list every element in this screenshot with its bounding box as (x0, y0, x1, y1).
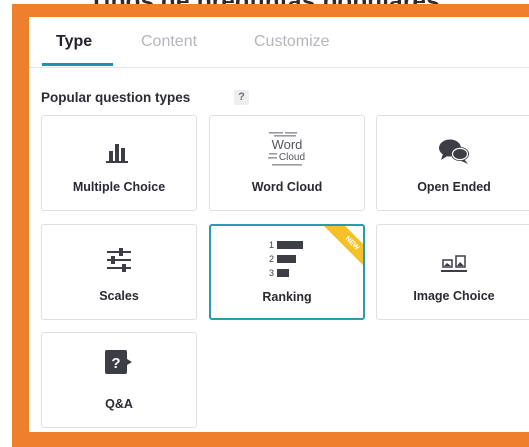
word-cloud-main-text: Word (272, 137, 303, 152)
rank-number: 1 (269, 240, 274, 250)
bar-chart-icon (106, 144, 128, 163)
card-label: Scales (99, 289, 139, 303)
tab-content[interactable]: Content (141, 33, 197, 51)
new-badge-label: NEW (323, 226, 363, 272)
qa-icon: ? (105, 350, 132, 374)
orange-frame-bottom (12, 432, 529, 447)
tab-type[interactable]: Type (56, 33, 92, 51)
card-open-ended[interactable]: Open Ended (376, 115, 529, 211)
orange-frame-left (12, 4, 29, 447)
card-label: Word Cloud (251, 180, 323, 194)
qa-icon-glyph: ? (111, 355, 120, 372)
card-image-choice[interactable]: Image Choice (376, 224, 529, 320)
tab-bar: Type Content Customize (29, 17, 529, 68)
word-cloud-sub-text: Cloud (279, 152, 305, 163)
help-icon[interactable]: ? (234, 90, 249, 105)
orange-frame-top (12, 4, 529, 17)
card-label: Multiple Choice (72, 180, 166, 194)
new-badge: NEW (317, 226, 363, 272)
speech-bubbles-icon (439, 139, 469, 164)
image-choice-icon (441, 255, 467, 272)
card-label: Image Choice (413, 289, 495, 303)
card-qa[interactable]: ? Q&A (41, 332, 197, 428)
card-label: Open Ended (417, 180, 491, 194)
rank-number: 3 (269, 268, 274, 278)
question-type-panel: Type Content Customize Popular question … (29, 17, 529, 432)
card-scales[interactable]: Scales (41, 224, 197, 320)
sliders-icon (107, 248, 131, 272)
card-label: Ranking (262, 290, 312, 304)
ranking-icon: 1 2 3 (269, 240, 303, 278)
active-tab-indicator (42, 63, 113, 66)
card-multiple-choice[interactable]: Multiple Choice (41, 115, 197, 211)
rank-number: 2 (269, 254, 274, 264)
word-cloud-icon: Word Cloud (268, 132, 305, 166)
tab-customize[interactable]: Customize (254, 33, 330, 51)
card-ranking[interactable]: 1 2 3 NEW Ranking (209, 224, 365, 320)
card-word-cloud[interactable]: Word Cloud Word Cloud (209, 115, 365, 211)
card-label: Q&A (105, 397, 133, 411)
section-label: Popular question types (41, 90, 191, 105)
